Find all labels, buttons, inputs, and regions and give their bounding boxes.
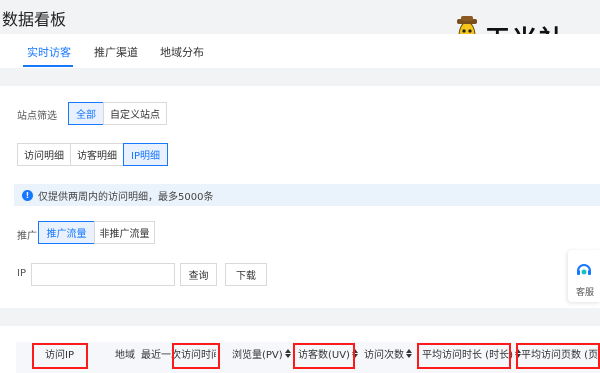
active-tab-indicator — [23, 65, 73, 67]
non-promo-traffic-button[interactable]: 非推广流量 — [94, 221, 155, 244]
tab-region-distribution[interactable]: 地域分布 — [160, 44, 204, 60]
notice-banner: ! 仅提供两周内的访问明细，最多5000条 — [14, 184, 600, 206]
detail-ip-button[interactable]: IP明细 — [123, 143, 168, 166]
ip-search-input[interactable] — [31, 263, 175, 286]
site-filter-label: 站点筛选 — [17, 111, 57, 122]
customer-service-button[interactable]: 客服 — [568, 250, 600, 302]
site-filter-all-button[interactable]: 全部 — [68, 102, 104, 125]
promo-filter-label: 推广 — [17, 231, 37, 242]
info-icon: ! — [22, 189, 33, 201]
page-title: 数据看板 — [2, 10, 67, 29]
tab-realtime-visitors[interactable]: 实时访客 — [27, 44, 71, 60]
data-table: 访问IP 地域 最近一次访问时间 浏览量(PV) 访客数(UV) 访问次数 平均… — [0, 326, 600, 373]
tab-bar: 实时访客 推广渠道 地域分布 — [0, 34, 600, 68]
main-panel: 站点筛选 全部 自定义站点 访问明细 访客明细 IP明细 ! 仅提供两周内的访问… — [0, 86, 600, 308]
service-label: 客服 — [576, 288, 595, 298]
notice-text: 仅提供两周内的访问明细，最多5000条 — [38, 191, 214, 203]
highlight-box — [417, 343, 511, 369]
col-visit-count[interactable]: 访问次数 — [364, 346, 412, 361]
highlight-box — [32, 343, 88, 369]
highlight-box — [516, 343, 600, 369]
promo-traffic-button[interactable]: 推广流量 — [38, 221, 95, 244]
detail-visitors-button[interactable]: 访客明细 — [70, 143, 124, 166]
col-pageviews[interactable]: 浏览量(PV) — [232, 346, 291, 361]
download-button[interactable]: 下载 — [225, 263, 267, 286]
detail-visits-button[interactable]: 访问明细 — [17, 143, 71, 166]
col-region: 地域 — [115, 350, 135, 361]
site-filter-custom-button[interactable]: 自定义站点 — [103, 102, 167, 125]
highlight-box — [172, 343, 220, 369]
ip-label: IP — [17, 268, 26, 279]
query-button[interactable]: 查询 — [180, 263, 217, 286]
tab-promo-channels[interactable]: 推广渠道 — [94, 44, 138, 60]
sort-icon[interactable] — [406, 349, 412, 358]
sort-icon[interactable] — [284, 349, 291, 358]
highlight-box — [293, 343, 355, 369]
headset-icon — [577, 264, 591, 275]
